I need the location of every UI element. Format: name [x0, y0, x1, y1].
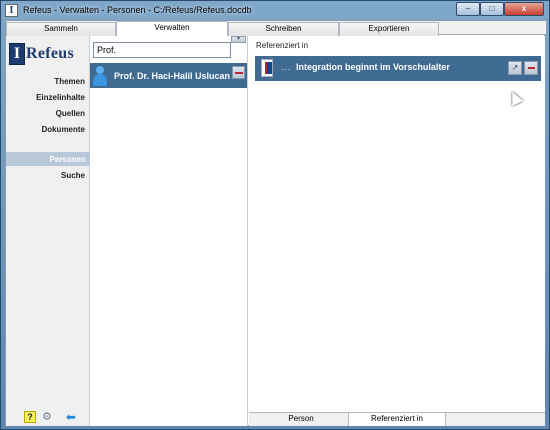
remove-person-button[interactable]	[232, 66, 245, 79]
sidebar: I Refeus Themen Einzelinhalte Quellen Do…	[6, 36, 90, 426]
tab-sammeln[interactable]: Sammeln	[6, 22, 116, 36]
person-name: Prof. Dr. Haci-Halil Uslucan	[114, 70, 231, 81]
app-window: I Refeus - Verwalten - Personen - C:/Ref…	[0, 0, 550, 430]
list-item[interactable]: Prof. Dr. Haci-Halil Uslucan	[90, 63, 247, 88]
refeus-logo: I Refeus	[9, 43, 87, 65]
chevron-down-icon[interactable]: ▾	[231, 36, 246, 43]
tab-verwalten[interactable]: Verwalten	[116, 21, 228, 36]
gear-icon[interactable]: ⚙	[42, 411, 52, 423]
sidebar-footer: ? ⚙ ⬅	[24, 411, 76, 423]
logo-text: Refeus	[26, 45, 75, 62]
sidebar-item-dokumente[interactable]: Dokumente	[41, 125, 85, 134]
window-title: Refeus - Verwalten - Personen - C:/Refeu…	[23, 5, 252, 15]
minimize-button[interactable]: –	[456, 2, 480, 16]
search-input[interactable]: Prof.	[93, 42, 231, 58]
open-reference-button[interactable]: ↗	[508, 61, 522, 75]
sidebar-item-suche[interactable]: Suche	[61, 171, 85, 180]
close-button[interactable]: x	[504, 2, 544, 16]
tab-referenziert-in[interactable]: Referenziert in	[349, 413, 446, 426]
sidebar-item-personen[interactable]: Personen	[6, 152, 90, 166]
mouse-cursor	[506, 89, 524, 106]
back-arrow-icon[interactable]: ⬅	[66, 411, 76, 423]
sidebar-item-label: Personen	[49, 155, 86, 164]
maximize-button[interactable]: □	[480, 2, 504, 16]
book-icon	[261, 59, 273, 77]
client-area: Sammeln Verwalten Schreiben Exportieren …	[5, 20, 546, 426]
references-panel: Referenziert in … Integration beginnt im…	[249, 36, 545, 426]
ellipsis-icon: …	[281, 62, 291, 73]
logo-mark: I	[9, 43, 25, 65]
tab-schreiben[interactable]: Schreiben	[228, 22, 339, 36]
title-bar[interactable]: I Refeus - Verwalten - Personen - C:/Ref…	[1, 1, 549, 20]
window-controls: – □ x	[456, 2, 544, 16]
person-icon	[92, 65, 108, 86]
sidebar-item-quellen[interactable]: Quellen	[56, 109, 85, 118]
remove-reference-button[interactable]	[524, 61, 538, 75]
person-list-panel: Prof. ▾ Prof. Dr. Haci-Halil Uslucan	[90, 36, 248, 426]
sidebar-item-einzelinhalte[interactable]: Einzelinhalte	[36, 93, 85, 102]
sidebar-item-themen[interactable]: Themen	[54, 77, 85, 86]
tab-person[interactable]: Person	[254, 413, 349, 426]
list-item[interactable]: … Integration beginnt im Vorschulalter ↗	[255, 56, 541, 81]
bottom-tabs: Person Referenziert in	[249, 412, 545, 426]
tab-exportieren[interactable]: Exportieren	[339, 22, 439, 36]
reference-title: Integration beginnt im Vorschulalter	[296, 62, 450, 72]
help-icon[interactable]: ?	[24, 411, 36, 423]
panel-heading: Referenziert in	[256, 41, 309, 50]
main-tabs: Sammeln Verwalten Schreiben Exportieren	[6, 21, 546, 36]
app-icon: I	[5, 4, 18, 17]
